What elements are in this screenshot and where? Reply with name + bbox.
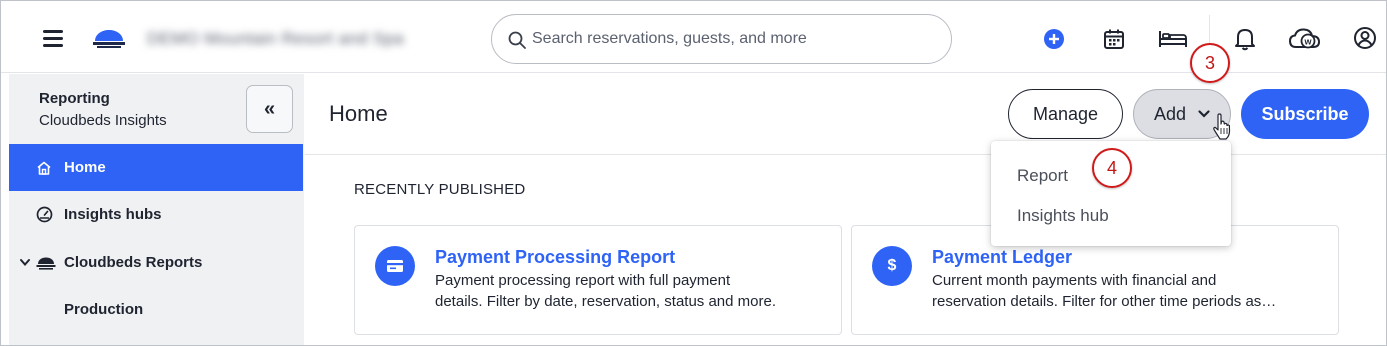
report-card[interactable]: Payment Processing Report Payment proces… bbox=[354, 225, 842, 335]
page-title: Home bbox=[329, 101, 388, 126]
calendar-icon[interactable] bbox=[1102, 27, 1126, 51]
cloudbeds-reports-icons bbox=[19, 254, 59, 272]
section-title: RECENTLY PUBLISHED bbox=[354, 181, 526, 198]
hand-cursor-icon bbox=[1213, 113, 1231, 140]
card-description-line: reservation details. Filter for other ti… bbox=[932, 293, 1277, 310]
sidebar-item-label: Cloudbeds Reports bbox=[64, 254, 203, 271]
step-callout-3: 3 bbox=[1190, 43, 1230, 83]
manage-button[interactable]: Manage bbox=[1008, 89, 1123, 139]
sidebar-item-label: Home bbox=[64, 159, 106, 176]
card-description: Current month payments with financial an… bbox=[932, 270, 1327, 312]
add-button-label: Add bbox=[1153, 103, 1187, 124]
search-input[interactable] bbox=[532, 15, 932, 63]
credit-card-icon bbox=[375, 246, 415, 286]
cloudbeds-logo-icon[interactable] bbox=[91, 25, 127, 53]
sidebar-title: Reporting bbox=[39, 90, 110, 107]
sidebar-item-production[interactable]: Production bbox=[9, 286, 303, 333]
search-bar[interactable] bbox=[491, 14, 952, 64]
cloudbeds-logo-icon bbox=[36, 257, 56, 270]
card-description-line: Payment processing report with full paym… bbox=[435, 272, 731, 289]
sidebar-subtitle: Cloudbeds Insights bbox=[39, 112, 167, 129]
app-window: DEMO Mountain Resort and Spa Search rese… bbox=[0, 0, 1387, 346]
add-circle-icon[interactable] bbox=[1042, 27, 1066, 51]
sidebar-item-insights-hubs[interactable]: Insights hubs bbox=[9, 191, 303, 238]
sidebar-item-label: Production bbox=[64, 301, 144, 318]
top-bar: DEMO Mountain Resort and Spa Search rese… bbox=[1, 1, 1386, 73]
card-title-link[interactable]: Payment Processing Report bbox=[435, 247, 675, 268]
menu-item-report[interactable]: Report bbox=[1017, 166, 1068, 186]
menu-icon[interactable] bbox=[41, 27, 65, 49]
home-icon bbox=[35, 159, 53, 177]
chevron-down-icon bbox=[1198, 110, 1210, 118]
sidebar-item-label: Insights hubs bbox=[64, 206, 162, 223]
step-callout-4: 4 bbox=[1092, 148, 1132, 188]
collapse-sidebar-button[interactable]: « bbox=[246, 85, 293, 133]
card-description-line: Current month payments with financial an… bbox=[932, 272, 1217, 289]
property-name[interactable]: DEMO Mountain Resort and Spa bbox=[147, 29, 404, 49]
manage-button-label: Manage bbox=[1032, 103, 1099, 124]
card-title-link[interactable]: Payment Ledger bbox=[932, 247, 1072, 268]
menu-item-insights-hub[interactable]: Insights hub bbox=[1017, 206, 1109, 226]
double-chevron-left-icon: « bbox=[263, 97, 276, 120]
dollar-icon: $ bbox=[872, 246, 912, 286]
svg-text:w: w bbox=[1303, 37, 1312, 47]
sidebar-item-home[interactable]: Home bbox=[9, 144, 303, 191]
whistle-cloud-icon[interactable]: w bbox=[1287, 26, 1323, 52]
sidebar-item-cloudbeds-reports[interactable]: Cloudbeds Reports bbox=[9, 239, 303, 286]
card-description-line: details. Filter by date, reservation, st… bbox=[435, 293, 776, 310]
user-icon[interactable] bbox=[1353, 26, 1377, 50]
gauge-icon bbox=[35, 206, 53, 224]
sidebar: Reporting Cloudbeds Insights « Home Insi… bbox=[9, 74, 304, 345]
subscribe-button-label: Subscribe bbox=[1261, 103, 1349, 124]
bell-icon[interactable] bbox=[1233, 26, 1257, 52]
chevron-down-icon bbox=[20, 258, 30, 266]
bed-icon[interactable] bbox=[1158, 27, 1188, 51]
subscribe-button[interactable]: Subscribe bbox=[1241, 89, 1369, 139]
search-icon bbox=[508, 31, 526, 49]
card-description: Payment processing report with full paym… bbox=[435, 270, 830, 312]
